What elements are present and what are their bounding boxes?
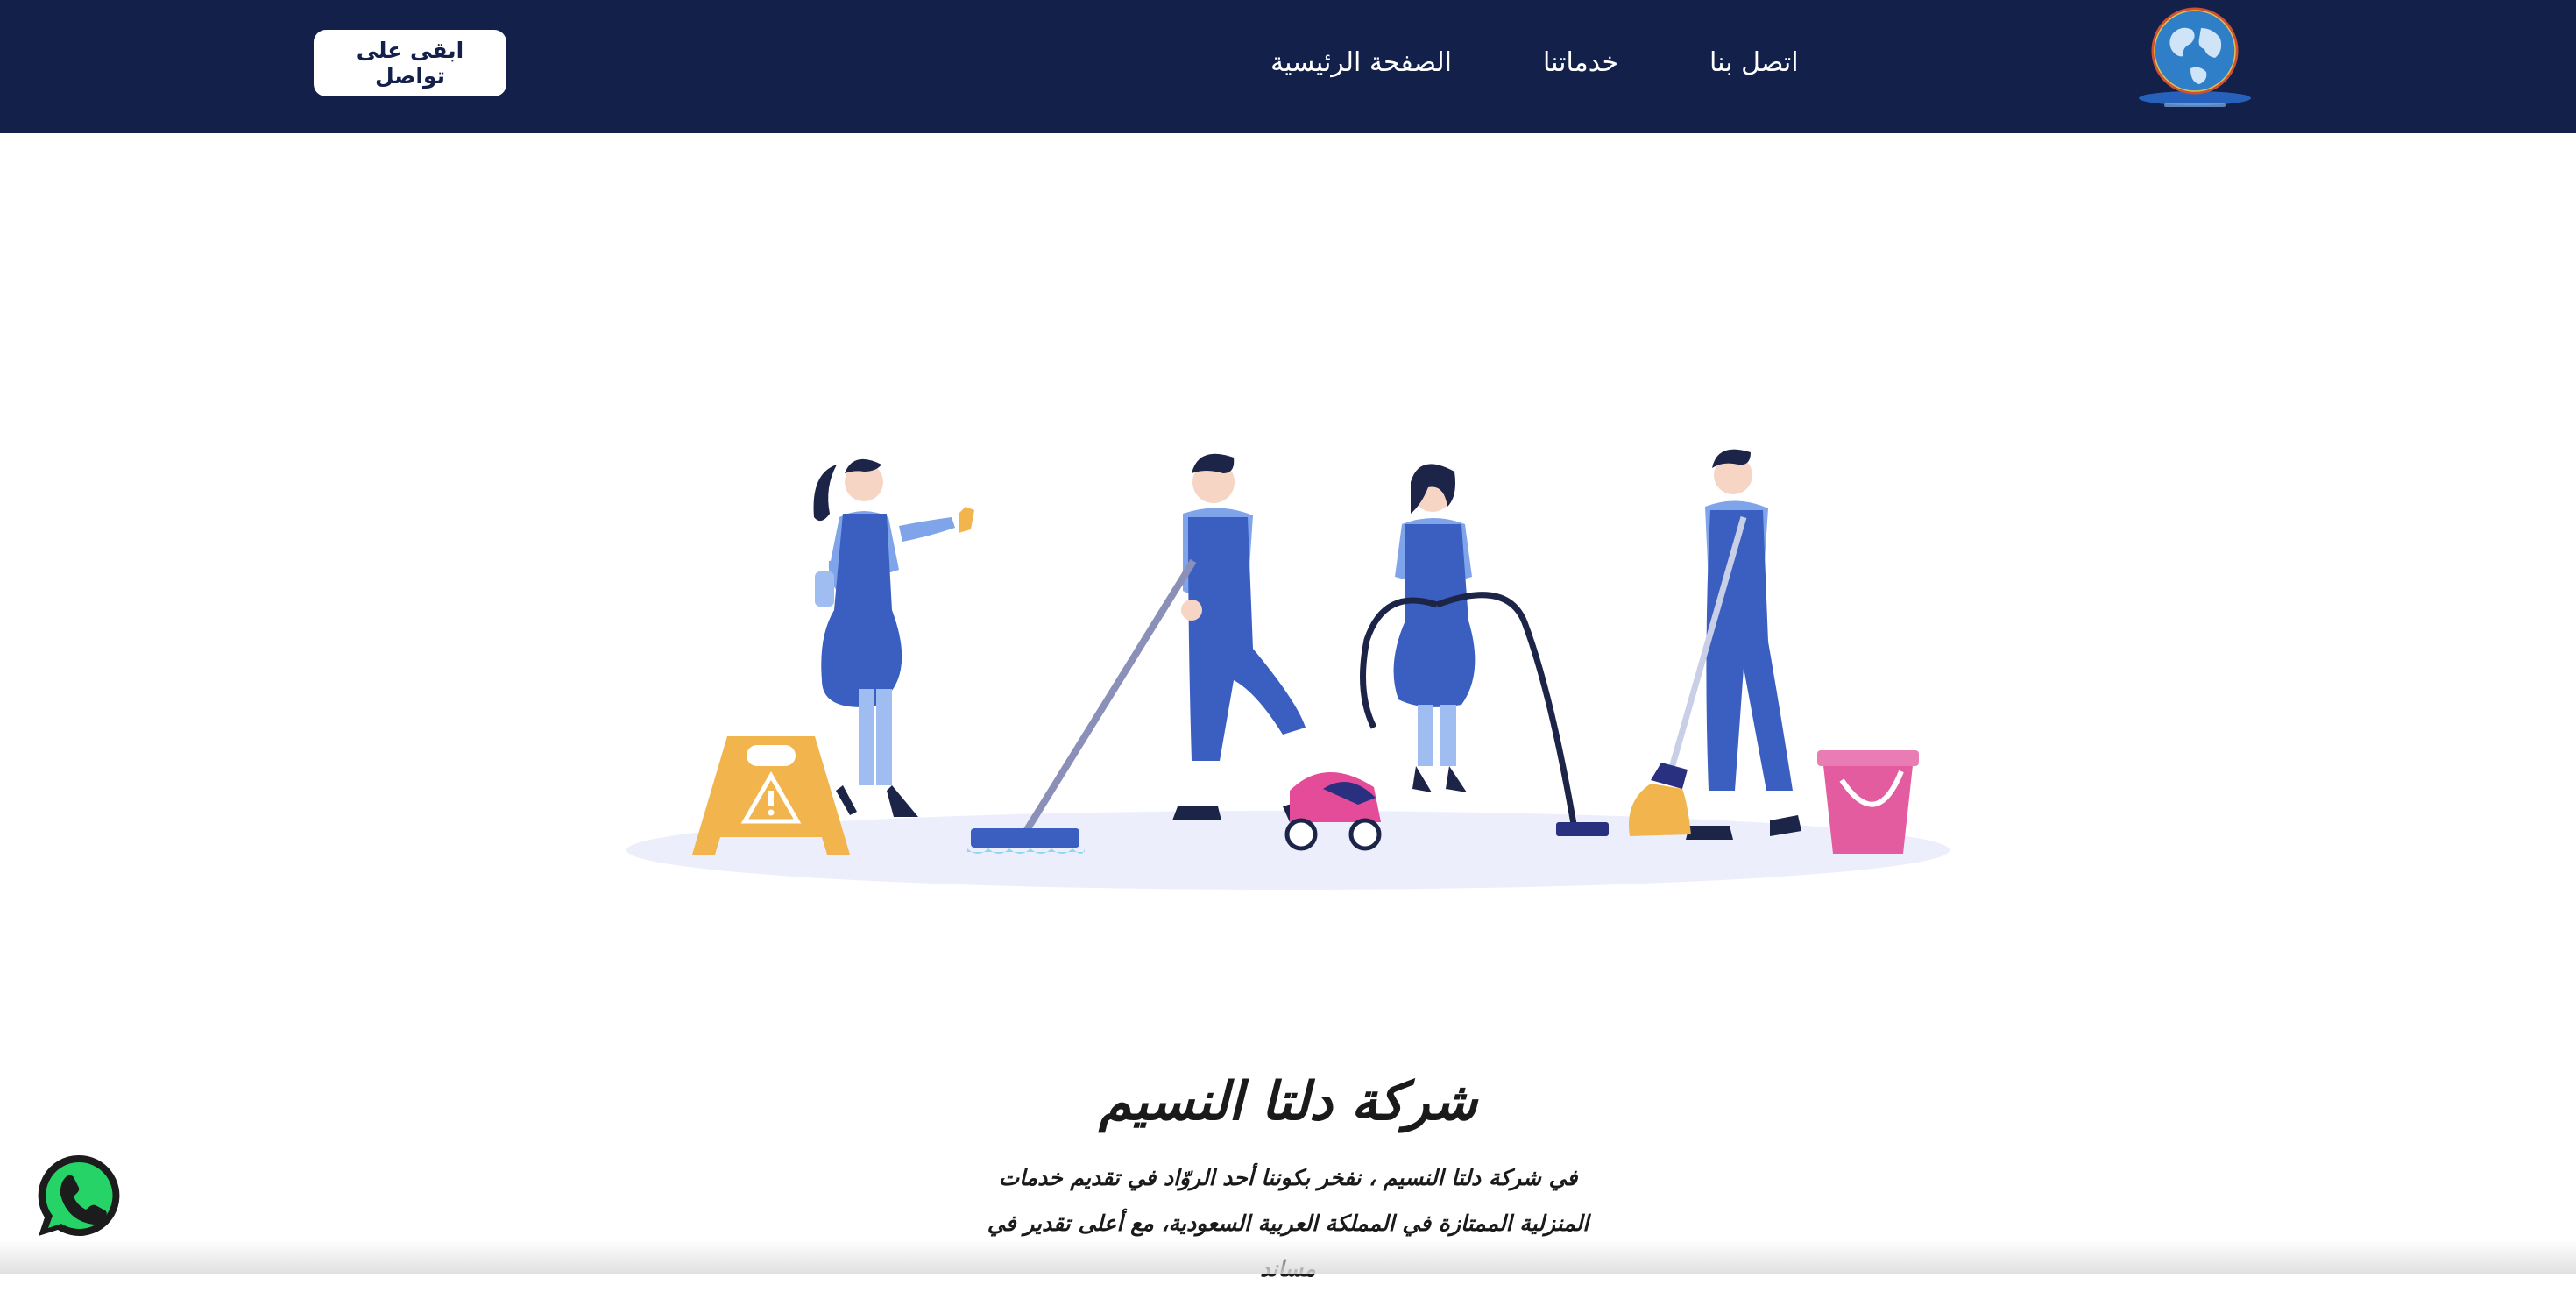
worker-spray-figure: [813, 458, 974, 817]
stay-in-touch-button[interactable]: ابقى على تواصل: [314, 30, 506, 96]
worker-mop-figure: [967, 453, 1321, 854]
cleaning-team-illustration: [613, 429, 1963, 903]
main-nav: الصفحة الرئيسية خدماتنا اتصل بنا: [1270, 0, 1884, 124]
nav-link-services[interactable]: خدماتنا: [1543, 47, 1618, 78]
globe-logo[interactable]: [2129, 0, 2261, 114]
wet-floor-sign-icon: [692, 736, 850, 855]
worker-vacuum-figure: [1284, 464, 1609, 851]
nav-link-contact[interactable]: اتصل بنا: [1709, 47, 1799, 78]
nav-link-home[interactable]: الصفحة الرئيسية: [1270, 47, 1452, 78]
company-title: شركة دلتا النسيم: [1099, 1071, 1477, 1132]
whatsapp-icon[interactable]: [33, 1150, 124, 1241]
bucket-icon: [1817, 750, 1919, 854]
navbar: الصفحة الرئيسية خدماتنا اتصل بنا ابقى عل…: [0, 0, 2576, 133]
worker-broom-figure: [1629, 449, 1801, 840]
intro-paragraph: في شركة دلتا النسيم ، نفخر بكوننا أحد ال…: [987, 1165, 1589, 1281]
